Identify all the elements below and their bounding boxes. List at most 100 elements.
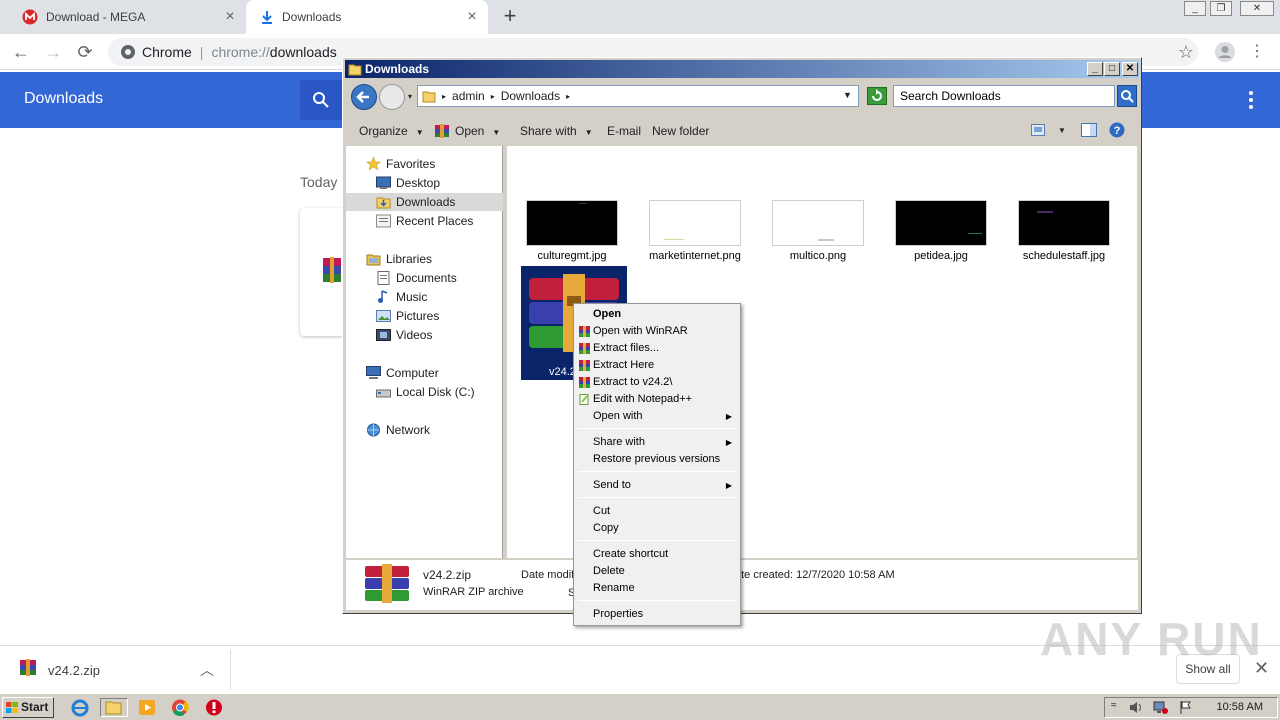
menu-item-share-with[interactable]: Share with ▶ xyxy=(576,434,738,451)
details-pane: v24.2.zip WinRAR ZIP archive Date modifi… xyxy=(346,560,1138,610)
tab-downloads[interactable]: Downloads × xyxy=(246,0,488,34)
restore-window-button[interactable]: ❐ xyxy=(1210,1,1232,16)
tab-download-mega[interactable]: Download - MEGA × xyxy=(8,0,246,34)
menu-separator xyxy=(578,600,736,601)
menu-item-rename[interactable]: Rename xyxy=(576,580,738,597)
chrome-menu-icon[interactable]: ⋮ xyxy=(1246,41,1268,63)
volume-icon[interactable] xyxy=(1129,700,1143,715)
explorer-address-bar[interactable]: ▸ admin ▸ Downloads ▸ ▼ xyxy=(417,85,859,107)
network-icon xyxy=(366,423,381,437)
maximize-button[interactable]: □ xyxy=(1104,62,1120,76)
command-bar: Organize ▼ Open ▼ Share with ▼ E-mail New f… xyxy=(345,116,1139,146)
show-hidden-icons-icon[interactable]: ≈ xyxy=(1111,700,1117,711)
open-button[interactable]: Open ▼ xyxy=(435,124,500,138)
window-title-bar[interactable]: Downloads _ □ ✕ xyxy=(345,60,1139,78)
network-status-icon[interactable] xyxy=(1153,700,1169,715)
breadcrumb-arrow-icon[interactable]: ▸ xyxy=(491,92,495,101)
windows-logo-icon xyxy=(6,702,18,713)
file-thumbnail-culturegmt[interactable] xyxy=(526,200,618,246)
menu-item-copy[interactable]: Copy xyxy=(576,520,738,537)
explorer-taskbar-icon[interactable] xyxy=(100,698,128,717)
winrar-icon xyxy=(579,360,590,371)
file-name[interactable]: petidea.jpg xyxy=(886,250,996,262)
file-name[interactable]: schedulestaff.jpg xyxy=(1009,250,1119,262)
search-downloads-button[interactable] xyxy=(300,80,342,120)
forward-arrow-icon[interactable]: → xyxy=(42,41,64,63)
close-button[interactable]: ✕ xyxy=(1122,62,1138,76)
chrome-logo-icon xyxy=(120,44,136,60)
bookmark-star-icon[interactable]: ☆ xyxy=(1175,41,1197,63)
breadcrumb-arrow-icon[interactable]: ▸ xyxy=(566,92,570,101)
winrar-icon xyxy=(579,343,590,354)
search-input[interactable]: Search Downloads xyxy=(893,85,1115,107)
address-dropdown-icon[interactable]: ▼ xyxy=(843,90,852,100)
file-name[interactable]: marketinternet.png xyxy=(640,250,750,262)
email-button[interactable]: E-mail xyxy=(607,124,641,138)
menu-item-delete[interactable]: Delete xyxy=(576,563,738,580)
menu-item-extract-files[interactable]: Extract files... xyxy=(576,340,738,357)
share-with-button[interactable]: Share with ▼ xyxy=(520,124,593,138)
menu-item-cut[interactable]: Cut xyxy=(576,503,738,520)
help-icon[interactable]: ? xyxy=(1109,122,1125,138)
libraries-icon xyxy=(366,252,381,266)
start-button[interactable]: Start xyxy=(2,697,54,718)
menu-separator xyxy=(578,471,736,472)
media-player-icon[interactable] xyxy=(137,698,157,717)
minimize-button[interactable]: _ xyxy=(1087,62,1103,76)
hard-drive-icon xyxy=(376,385,391,399)
organize-button[interactable]: Organize ▼ xyxy=(359,124,424,138)
file-thumbnail-marketinternet[interactable] xyxy=(649,200,741,246)
back-arrow-icon[interactable]: ← xyxy=(10,41,32,63)
folder-icon xyxy=(348,62,362,76)
breadcrumb-admin[interactable]: admin xyxy=(452,89,485,103)
minimize-window-button[interactable]: _ xyxy=(1184,1,1206,16)
file-thumbnail-multico[interactable] xyxy=(772,200,864,246)
profile-avatar-icon[interactable] xyxy=(1214,41,1236,63)
internet-explorer-icon[interactable] xyxy=(70,698,90,717)
file-thumbnail-schedulestaff[interactable] xyxy=(1018,200,1110,246)
menu-item-extract-here[interactable]: Extract Here xyxy=(576,357,738,374)
menu-item-properties[interactable]: Properties xyxy=(576,606,738,623)
file-name[interactable]: culturegmt.jpg xyxy=(517,250,627,262)
history-dropdown-icon[interactable]: ▾ xyxy=(408,92,412,101)
menu-item-open-with-winrar[interactable]: Open with WinRAR xyxy=(576,323,738,340)
breadcrumb-arrow-icon[interactable]: ▸ xyxy=(442,92,446,101)
file-thumbnail-petidea[interactable] xyxy=(895,200,987,246)
menu-item-edit-notepad[interactable]: Edit with Notepad++ xyxy=(576,391,738,408)
action-center-flag-icon[interactable] xyxy=(1179,700,1193,715)
shelf-file-name[interactable]: v24.2.zip xyxy=(48,663,100,678)
forward-arrow-icon[interactable] xyxy=(379,84,405,110)
file-name[interactable]: multico.png xyxy=(763,250,873,262)
refresh-icon[interactable] xyxy=(867,87,887,105)
videos-icon xyxy=(376,328,391,342)
tab-strip: Download - MEGA × Downloads × + _ ❐ ✕ xyxy=(0,0,1280,34)
winrar-archive-icon xyxy=(364,564,410,604)
new-folder-button[interactable]: New folder xyxy=(652,124,709,138)
winrar-icon xyxy=(579,377,590,388)
submenu-arrow-icon: ▶ xyxy=(725,438,732,447)
menu-item-extract-to[interactable]: Extract to v24.2\ xyxy=(576,374,738,391)
desktop-icon xyxy=(376,176,391,190)
menu-item-create-shortcut[interactable]: Create shortcut xyxy=(576,546,738,563)
clock[interactable]: 10:58 AM xyxy=(1217,701,1263,713)
more-options-icon[interactable] xyxy=(1248,90,1254,110)
menu-item-restore-versions[interactable]: Restore previous versions xyxy=(576,451,738,468)
back-arrow-icon[interactable] xyxy=(351,84,377,110)
close-tab-icon[interactable]: × xyxy=(222,9,238,25)
menu-item-open[interactable]: Open xyxy=(576,306,738,323)
close-tab-icon[interactable]: × xyxy=(464,9,480,25)
new-tab-button[interactable]: + xyxy=(500,5,520,27)
close-window-button[interactable]: ✕ xyxy=(1240,1,1274,16)
search-icon[interactable] xyxy=(1117,85,1137,107)
tab-title: Downloads xyxy=(282,10,342,24)
view-dropdown-icon[interactable]: ▼ xyxy=(1058,126,1066,135)
chevron-up-icon[interactable]: ︿ xyxy=(200,660,214,680)
chrome-taskbar-icon[interactable] xyxy=(170,698,190,717)
menu-item-open-with[interactable]: Open with ▶ xyxy=(576,408,738,425)
menu-item-send-to[interactable]: Send to ▶ xyxy=(576,477,738,494)
reload-icon[interactable]: ⟳ xyxy=(74,41,96,63)
preview-pane-icon[interactable] xyxy=(1081,123,1097,137)
breadcrumb-downloads[interactable]: Downloads xyxy=(501,89,560,103)
stop-sign-icon[interactable] xyxy=(204,698,224,717)
view-options-icon[interactable] xyxy=(1031,124,1045,136)
